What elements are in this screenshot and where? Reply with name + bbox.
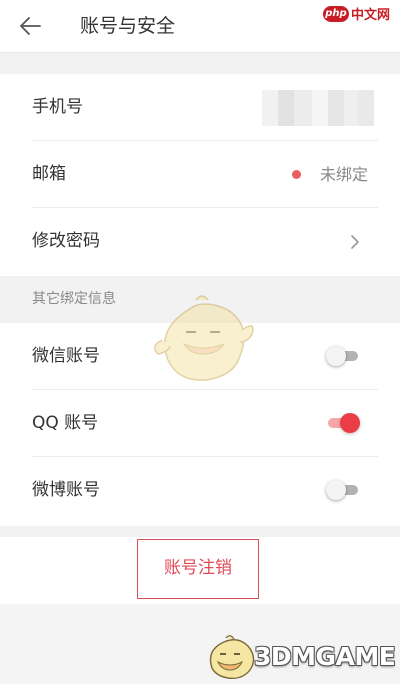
- mascot-logo-icon: [209, 635, 255, 680]
- phone-row[interactable]: 手机号: [0, 74, 400, 141]
- phone-number-blurred: [262, 90, 374, 126]
- qq-label: QQ 账号: [32, 413, 99, 433]
- other-bindings-header: 其它绑定信息: [32, 291, 116, 307]
- php-watermark: php 中文网: [322, 4, 390, 23]
- unbound-dot-icon: [292, 170, 301, 179]
- weibo-row: 微博账号: [0, 457, 400, 524]
- wechat-toggle[interactable]: [326, 346, 360, 366]
- back-button[interactable]: [16, 12, 44, 40]
- wechat-label: 微信账号: [32, 346, 100, 366]
- qq-row: QQ 账号: [0, 390, 400, 457]
- phone-label: 手机号: [32, 97, 83, 117]
- account-settings-group: 手机号 邮箱 未绑定 修改密码: [0, 74, 400, 276]
- arrow-left-icon: [20, 17, 41, 35]
- 3dmgame-watermark: 3DMGAME: [204, 634, 396, 680]
- top-bar: 账号与安全 php 中文网: [0, 0, 400, 53]
- php-logo-badge: php: [322, 5, 349, 22]
- qq-toggle[interactable]: [326, 413, 360, 433]
- weibo-toggle[interactable]: [326, 480, 360, 500]
- change-password-row[interactable]: 修改密码: [0, 208, 400, 275]
- mascot-watermark-icon: [154, 295, 254, 381]
- email-status: 未绑定: [319, 165, 368, 184]
- cancel-account-button[interactable]: 账号注销: [137, 539, 259, 599]
- email-label: 邮箱: [32, 164, 66, 184]
- page-title: 账号与安全: [80, 15, 176, 37]
- chevron-right-icon: [351, 235, 359, 249]
- 3dmgame-logo-text: 3DMGAME: [254, 642, 396, 671]
- weibo-label: 微博账号: [32, 480, 100, 500]
- email-row[interactable]: 邮箱 未绑定: [0, 141, 400, 208]
- php-watermark-text: 中文网: [350, 8, 390, 23]
- change-password-label: 修改密码: [32, 231, 100, 251]
